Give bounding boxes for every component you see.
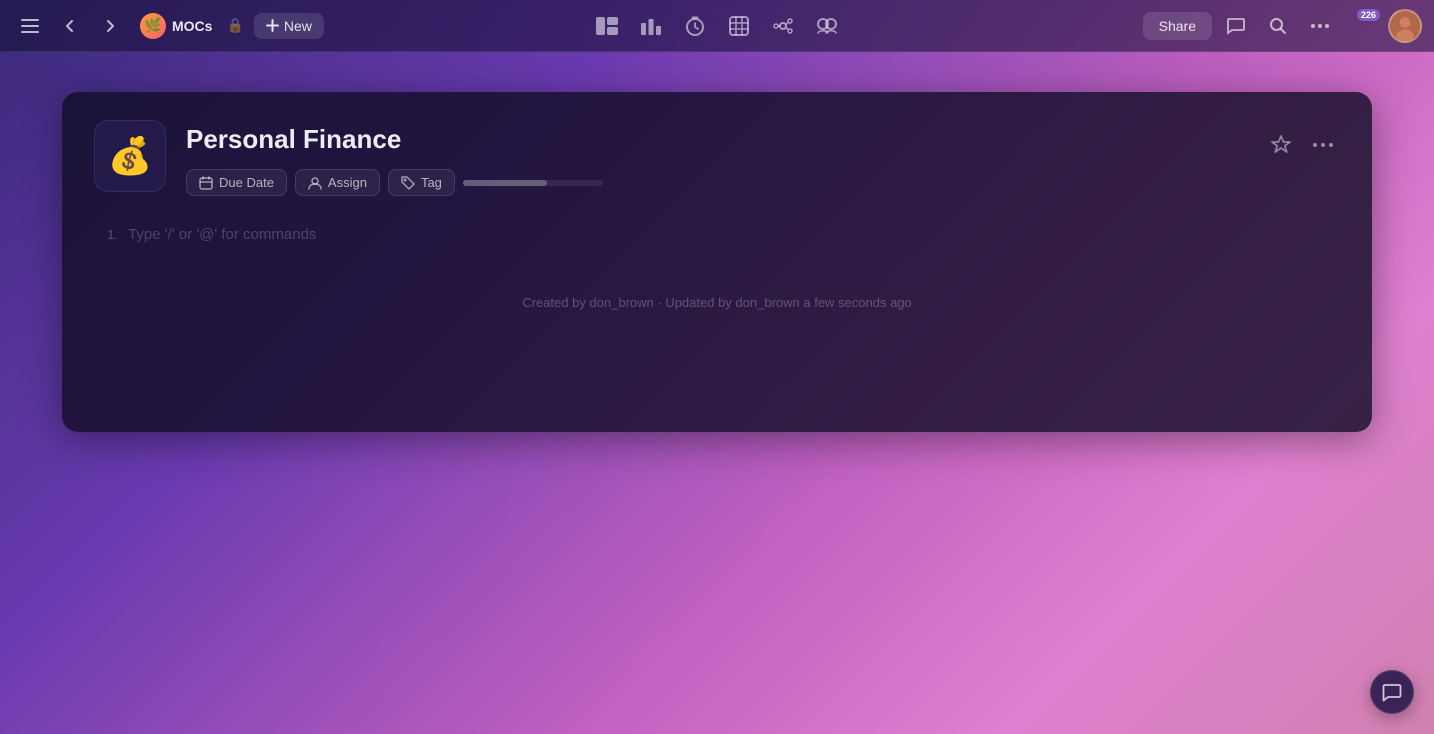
- assign-label: Assign: [328, 175, 367, 190]
- user-avatar[interactable]: [1388, 9, 1422, 43]
- workspace-selector[interactable]: 🌿 MOCs: [132, 9, 220, 43]
- editor-line-1: 1. Type '/' or '@' for commands: [94, 226, 1340, 243]
- due-date-label: Due Date: [219, 175, 274, 190]
- comment-button[interactable]: [1218, 8, 1254, 44]
- tag-label: Tag: [421, 175, 442, 190]
- doc-icon: 💰: [94, 120, 166, 192]
- doc-title: Personal Finance: [186, 124, 1244, 155]
- share-network-tool-button[interactable]: [764, 7, 802, 45]
- share-button[interactable]: Share: [1143, 12, 1212, 40]
- chart-tool-button[interactable]: [632, 7, 670, 45]
- sidebar-toggle-button[interactable]: [12, 8, 48, 44]
- editor-placeholder: Type '/' or '@' for commands: [128, 226, 316, 243]
- progress-bar: [463, 180, 603, 186]
- more-options-button[interactable]: [1302, 8, 1338, 44]
- group-tool-button[interactable]: [808, 7, 846, 45]
- main-content: 💰 Personal Finance Due Date: [0, 52, 1434, 734]
- line-number: 1.: [94, 227, 118, 242]
- doc-editor[interactable]: 1. Type '/' or '@' for commands: [94, 214, 1340, 255]
- notification-badge: 226: [1357, 9, 1380, 21]
- due-date-button[interactable]: Due Date: [186, 169, 287, 196]
- chat-bubble-button[interactable]: [1370, 670, 1414, 714]
- workspace-avatar: 🌿: [140, 13, 166, 39]
- doc-actions: Due Date Assign Tag: [186, 169, 1244, 196]
- progress-bar-fill: [463, 180, 547, 186]
- doc-header: 💰 Personal Finance Due Date: [94, 120, 1340, 196]
- doc-footer-text: Created by don_brown · Updated by don_br…: [522, 295, 912, 310]
- table-tool-button[interactable]: [720, 7, 758, 45]
- timer-tool-button[interactable]: [676, 7, 714, 45]
- tag-button[interactable]: Tag: [388, 169, 455, 196]
- doc-more-button[interactable]: [1306, 128, 1340, 162]
- new-button[interactable]: New: [254, 13, 324, 39]
- new-button-label: New: [284, 18, 312, 34]
- star-button[interactable]: [1264, 128, 1298, 162]
- nav-left: 🌿 MOCs 🔒 New: [12, 8, 584, 44]
- nav-right: Share 226: [850, 7, 1422, 45]
- nav-center: [588, 7, 846, 45]
- doc-title-area: Personal Finance Due Date: [186, 120, 1244, 196]
- workspace-emoji: 🌿: [144, 17, 161, 34]
- layout-tool-button[interactable]: [588, 7, 626, 45]
- assign-button[interactable]: Assign: [295, 169, 380, 196]
- forward-button[interactable]: [92, 8, 128, 44]
- lock-icon: 🔒: [226, 17, 243, 34]
- doc-footer: Created by don_brown · Updated by don_br…: [94, 295, 1340, 310]
- notifications-button[interactable]: 226: [1344, 7, 1382, 45]
- search-button[interactable]: [1260, 8, 1296, 44]
- doc-header-right: [1264, 120, 1340, 162]
- workspace-name: MOCs: [172, 18, 212, 34]
- back-button[interactable]: [52, 8, 88, 44]
- navbar: 🌿 MOCs 🔒 New: [0, 0, 1434, 52]
- document-card: 💰 Personal Finance Due Date: [62, 92, 1372, 432]
